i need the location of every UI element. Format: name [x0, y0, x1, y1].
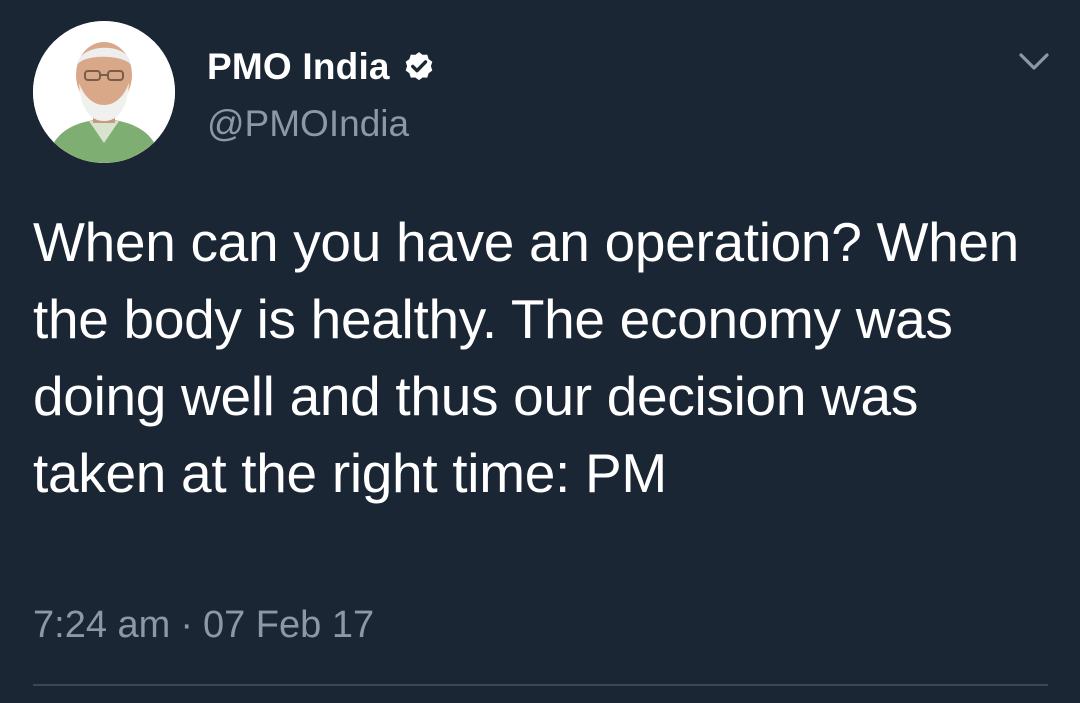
- tweet-text: When can you have an operation? When the…: [33, 211, 1034, 504]
- meta-separator: ·: [180, 604, 193, 646]
- tweet-card: PMO India @PMOIndia When can you have an…: [0, 0, 1080, 703]
- profile-photo: [33, 21, 175, 163]
- tweet-timestamp[interactable]: 7:24 am · 07 Feb 17: [33, 604, 374, 647]
- name-row: PMO India: [207, 44, 436, 90]
- avatar[interactable]: [33, 21, 175, 163]
- tweet-time: 7:24 am: [33, 604, 171, 646]
- verified-badge-icon: [405, 52, 433, 81]
- chevron-down-icon[interactable]: [1018, 50, 1050, 74]
- divider: [33, 684, 1048, 686]
- tweet-date: 07 Feb 17: [202, 604, 375, 646]
- display-name[interactable]: PMO India: [207, 46, 390, 88]
- user-handle[interactable]: @PMOIndia: [207, 103, 409, 145]
